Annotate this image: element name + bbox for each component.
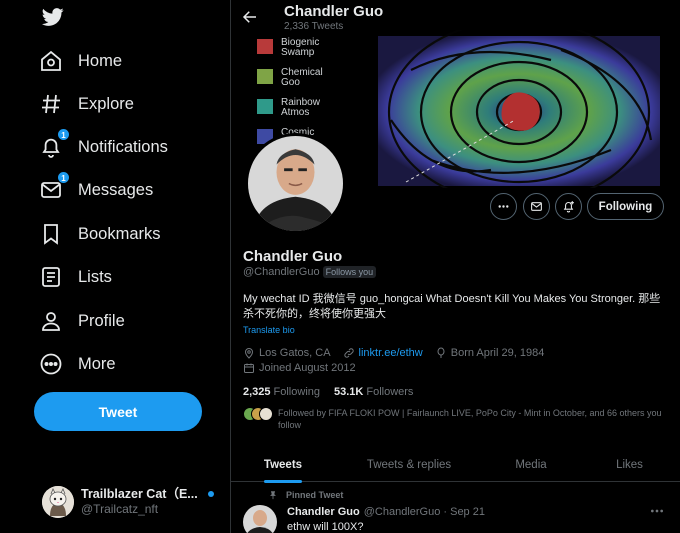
following-label: Following: [273, 386, 320, 398]
legend-swatch: [257, 69, 273, 84]
location-pin-icon: [244, 348, 254, 359]
profile-joined: Joined August 2012: [259, 362, 356, 374]
followers-count: 53.1K: [334, 386, 364, 398]
bell-icon: 1: [38, 128, 70, 160]
person-icon: [38, 308, 64, 334]
ellipsis-icon: [498, 205, 509, 208]
account-handle: @Trailcatz_nft: [81, 502, 159, 517]
profile-header-bar: Chandler Guo 2,336 Tweets: [231, 0, 680, 36]
nav-home-label: Home: [78, 51, 123, 70]
bookmark-icon: [38, 221, 64, 247]
legend-swatch: [257, 39, 273, 54]
followed-by-row[interactable]: Followed by FIFA FLOKI POW | Fairlaunch …: [243, 407, 663, 431]
profile-birthday: Born April 29, 1984: [450, 347, 545, 359]
hashtag-icon: [38, 91, 64, 117]
legend-swatch: [257, 99, 273, 114]
tab-likes[interactable]: Likes: [579, 447, 680, 482]
following-count: 2,325: [243, 386, 271, 398]
message-button[interactable]: [523, 193, 550, 220]
nav-explore-label: Explore: [78, 94, 134, 113]
following-button[interactable]: Following: [587, 193, 664, 220]
tweet-button[interactable]: Tweet: [34, 392, 202, 431]
nav-more[interactable]: More: [38, 348, 116, 380]
nav-notifications[interactable]: 1 Notifications: [38, 128, 168, 163]
header-tweet-count: 2,336 Tweets: [284, 21, 344, 32]
bell-plus-icon: [563, 201, 574, 213]
profile-avatar[interactable]: [245, 133, 346, 234]
nav-bookmarks-label: Bookmarks: [78, 224, 161, 243]
tweet-avatar[interactable]: [243, 505, 277, 533]
profile-handle-row: @ChandlerGuo Follows you: [243, 266, 377, 278]
followers-label: Followers: [366, 386, 414, 398]
follower-avatar: [259, 407, 273, 421]
profile-name: Chandler Guo: [243, 248, 343, 265]
profile-column: Biogenic Swamp Chemical Goo Rainbow Atmo…: [231, 0, 680, 533]
envelope-icon: 1: [38, 171, 70, 203]
nav-notifications-label: Notifications: [78, 137, 168, 156]
pinned-label-row: Pinned Tweet: [268, 490, 343, 500]
following-count-link[interactable]: 2,325 Following: [243, 386, 320, 398]
tweet-header: Chandler Guo @ChandlerGuo · Sep 21: [287, 506, 485, 518]
tab-media[interactable]: Media: [483, 447, 579, 482]
twitter-bird-icon[interactable]: [41, 6, 65, 28]
back-arrow-icon[interactable]: [241, 8, 259, 26]
nav-lists[interactable]: Lists: [38, 261, 112, 293]
followed-by-avatars: [243, 407, 277, 423]
profile-website-link[interactable]: linktr.ee/ethw: [359, 347, 423, 359]
legend-label: Biogenic Swamp: [281, 37, 320, 58]
translate-bio-link[interactable]: Translate bio: [243, 325, 295, 335]
home-icon: [38, 48, 64, 74]
profile-bio: My wechat ID 我微信号 guo_hongcai What Doesn…: [243, 293, 661, 320]
profile-meta-row: Los Gatos, CA linktr.ee/ethw Born April …: [243, 347, 544, 359]
account-avatar: [42, 486, 74, 518]
nav-profile-label: Profile: [78, 311, 125, 330]
pin-icon: [270, 491, 276, 500]
tab-tweets[interactable]: Tweets: [231, 447, 335, 482]
nav-home[interactable]: Home: [38, 45, 122, 77]
followed-by-text: Followed by FIFA FLOKI POW | Fairlaunch …: [278, 408, 662, 430]
link-icon: [343, 348, 354, 358]
followers-count-link[interactable]: 53.1K Followers: [334, 386, 413, 398]
header-name: Chandler Guo: [284, 3, 384, 20]
envelope-icon: [531, 202, 542, 211]
pinned-label: Pinned Tweet: [286, 490, 344, 500]
ellipsis-icon[interactable]: [649, 503, 665, 519]
sidebar: Home Explore 1 Notifications 1 Messages …: [0, 0, 231, 533]
notifications-badge: 1: [57, 128, 70, 141]
account-name: Trailblazer Cat（E...: [81, 487, 198, 502]
nav-explore[interactable]: Explore: [38, 88, 134, 120]
legend-item: Rainbow Atmos: [257, 98, 341, 128]
nav-messages[interactable]: 1 Messages: [38, 171, 154, 206]
legend-item: Chemical Goo: [257, 68, 341, 98]
more-circle-icon: [38, 351, 64, 377]
follow-stats: 2,325 Following 53.1K Followers: [243, 386, 427, 398]
profile-handle: @ChandlerGuo: [243, 266, 320, 278]
nav-messages-label: Messages: [78, 180, 154, 199]
tab-tweets-replies[interactable]: Tweets & replies: [335, 447, 483, 482]
tweet-text: ethw will 100X?: [287, 521, 364, 533]
nav-more-label: More: [78, 354, 116, 373]
legend-label: Chemical Goo: [281, 67, 323, 88]
nav-lists-label: Lists: [78, 267, 112, 286]
notify-button[interactable]: [555, 193, 582, 220]
calendar-icon: [244, 363, 254, 373]
follows-you-badge: Follows you: [322, 266, 377, 278]
legend-item: Biogenic Swamp: [257, 38, 341, 68]
tweet-meta: @ChandlerGuo · Sep 21: [363, 506, 485, 518]
unread-dot: [208, 491, 214, 497]
tweet-author-name[interactable]: Chandler Guo: [287, 506, 360, 518]
legend-label: Rainbow Atmos: [281, 97, 320, 118]
list-icon: [38, 264, 64, 290]
account-switcher[interactable]: Trailblazer Cat（E... @Trailcatz_nft: [42, 484, 220, 520]
profile-tabs: Tweets Tweets & replies Media Likes: [231, 447, 680, 482]
messages-badge: 1: [57, 171, 70, 184]
profile-joined-row: Joined August 2012: [243, 362, 356, 374]
nav-profile[interactable]: Profile: [38, 305, 125, 337]
balloon-icon: [437, 347, 445, 358]
profile-location: Los Gatos, CA: [259, 347, 331, 359]
nav-bookmarks[interactable]: Bookmarks: [38, 218, 161, 250]
more-options-button[interactable]: [490, 193, 517, 220]
